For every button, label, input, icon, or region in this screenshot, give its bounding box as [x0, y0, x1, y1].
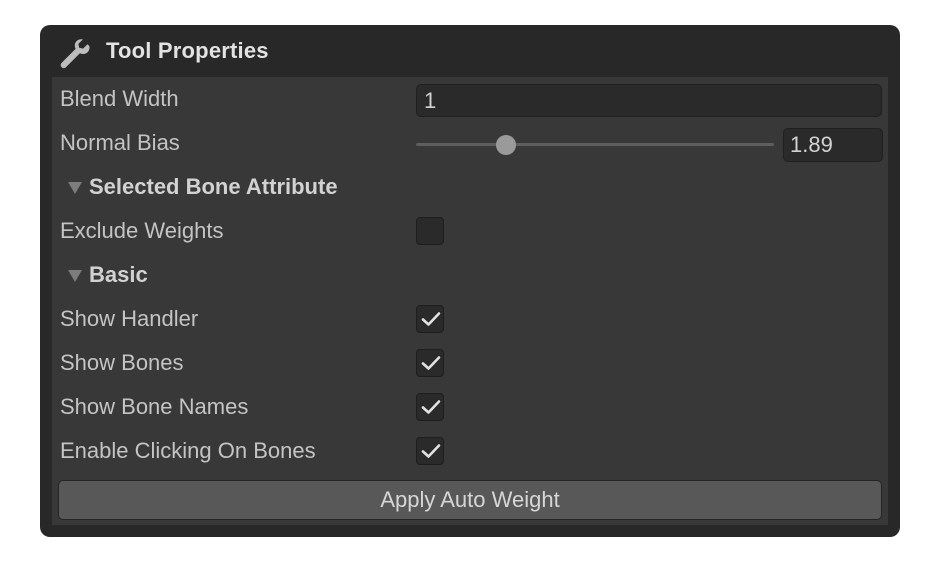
- panel-body: Blend Width 1 Normal Bias 1.89 Selected …: [52, 77, 888, 525]
- panel-title: Tool Properties: [106, 38, 269, 63]
- checkmark-icon: [421, 312, 441, 326]
- show-bones-checkbox[interactable]: [416, 349, 444, 377]
- basic-title: Basic: [89, 262, 148, 287]
- exclude-weights-label: Exclude Weights: [60, 218, 224, 243]
- blend-width-field[interactable]: 1: [416, 84, 882, 117]
- show-handler-checkbox[interactable]: [416, 305, 444, 333]
- blend-width-label: Blend Width: [60, 86, 179, 111]
- show-bones-row: Show Bones: [52, 341, 888, 385]
- show-bone-names-checkbox[interactable]: [416, 393, 444, 421]
- show-bone-names-label: Show Bone Names: [60, 394, 249, 419]
- tool-properties-panel: Tool Properties Blend Width 1 Normal Bia…: [40, 25, 900, 537]
- selected-bone-attribute-title: Selected Bone Attribute: [89, 174, 338, 199]
- exclude-weights-row: Exclude Weights: [52, 209, 888, 253]
- checkmark-icon: [421, 444, 441, 458]
- exclude-weights-checkbox[interactable]: [416, 217, 444, 245]
- show-bone-names-row: Show Bone Names: [52, 385, 888, 429]
- enable-clicking-on-bones-row: Enable Clicking On Bones: [52, 429, 888, 473]
- panel-header: Tool Properties: [40, 25, 900, 77]
- normal-bias-label: Normal Bias: [60, 130, 180, 155]
- selected-bone-attribute-foldout[interactable]: Selected Bone Attribute: [52, 165, 888, 209]
- foldout-expanded-triangle-icon[interactable]: [68, 182, 82, 194]
- show-handler-label: Show Handler: [60, 306, 199, 331]
- normal-bias-value-field[interactable]: 1.89: [783, 128, 883, 162]
- enable-clicking-on-bones-label: Enable Clicking On Bones: [60, 438, 316, 463]
- show-bones-label: Show Bones: [60, 350, 184, 375]
- checkmark-icon: [421, 356, 441, 370]
- show-handler-row: Show Handler: [52, 297, 888, 341]
- enable-clicking-on-bones-checkbox[interactable]: [416, 437, 444, 465]
- basic-foldout[interactable]: Basic: [52, 253, 888, 297]
- normal-bias-slider-thumb[interactable]: [496, 135, 516, 155]
- normal-bias-row: Normal Bias 1.89: [52, 121, 888, 165]
- apply-auto-weight-button[interactable]: Apply Auto Weight: [58, 480, 882, 520]
- wrench-icon: [58, 37, 90, 69]
- blend-width-row: Blend Width 1: [52, 77, 888, 121]
- foldout-expanded-triangle-icon[interactable]: [68, 270, 82, 282]
- normal-bias-slider-track[interactable]: [416, 143, 774, 146]
- checkmark-icon: [421, 400, 441, 414]
